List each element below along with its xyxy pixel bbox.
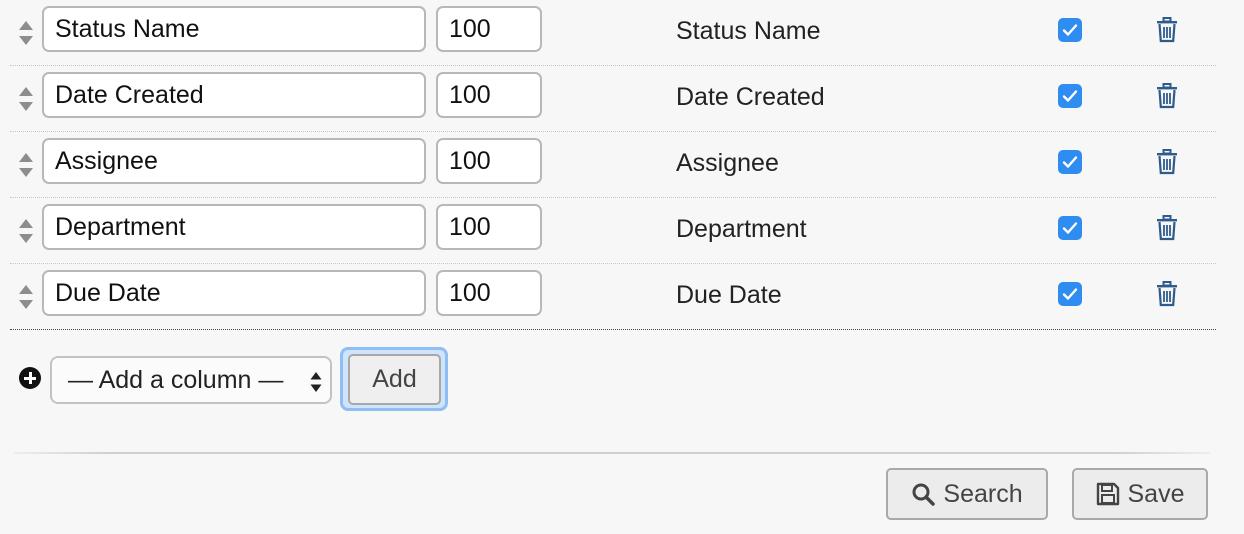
column-label: Assignee [676,149,779,177]
column-label: Date Created [676,83,825,111]
trash-icon[interactable] [1156,149,1178,175]
checkmark-icon [1062,288,1078,300]
column-row: Department [10,198,1216,264]
column-width-input[interactable] [436,270,542,316]
search-button[interactable]: Search [886,468,1048,520]
column-name-input[interactable] [42,204,426,250]
column-list: Status Name Date Created Assignee [10,0,1216,330]
add-column-area: — Add a column — Add [0,340,1244,420]
column-row: Date Created [10,66,1216,132]
save-button[interactable]: Save [1072,468,1208,520]
search-icon [912,483,936,506]
sort-icon[interactable] [17,85,35,113]
visible-checkbox[interactable] [1058,84,1082,108]
column-label: Due Date [676,281,782,309]
visible-checkbox[interactable] [1058,150,1082,174]
column-name-input[interactable] [42,270,426,316]
trash-icon[interactable] [1156,215,1178,241]
select-arrows-icon [310,371,322,393]
checkmark-icon [1062,24,1078,36]
visible-checkbox[interactable] [1058,282,1082,306]
column-row: Due Date [10,264,1216,330]
add-column-button[interactable]: Add [348,354,441,405]
visible-checkbox[interactable] [1058,216,1082,240]
trash-icon[interactable] [1156,281,1178,307]
visible-checkbox[interactable] [1058,18,1082,42]
search-button-label: Search [943,479,1023,508]
column-label: Status Name [676,17,821,45]
column-width-input[interactable] [436,138,542,184]
sort-icon[interactable] [17,151,35,179]
column-name-input[interactable] [42,72,426,118]
column-row: Assignee [10,132,1216,198]
checkmark-icon [1062,222,1078,234]
column-width-input[interactable] [436,72,542,118]
sort-icon[interactable] [17,217,35,245]
checkmark-icon [1062,90,1078,102]
plus-circle-icon [19,367,41,389]
column-row: Status Name [10,0,1216,66]
add-column-select-value: — Add a column — [68,365,284,394]
column-width-input[interactable] [436,6,542,52]
save-button-label: Save [1127,479,1185,508]
column-label: Department [676,215,807,243]
add-column-select[interactable]: — Add a column — [50,356,332,404]
trash-icon[interactable] [1156,17,1178,43]
column-width-input[interactable] [436,204,542,250]
footer-divider [14,452,1210,454]
sort-icon[interactable] [17,19,35,47]
floppy-disk-icon [1096,482,1119,506]
checkmark-icon [1062,156,1078,168]
column-name-input[interactable] [42,6,426,52]
column-name-input[interactable] [42,138,426,184]
sort-icon[interactable] [17,283,35,311]
trash-icon[interactable] [1156,83,1178,109]
